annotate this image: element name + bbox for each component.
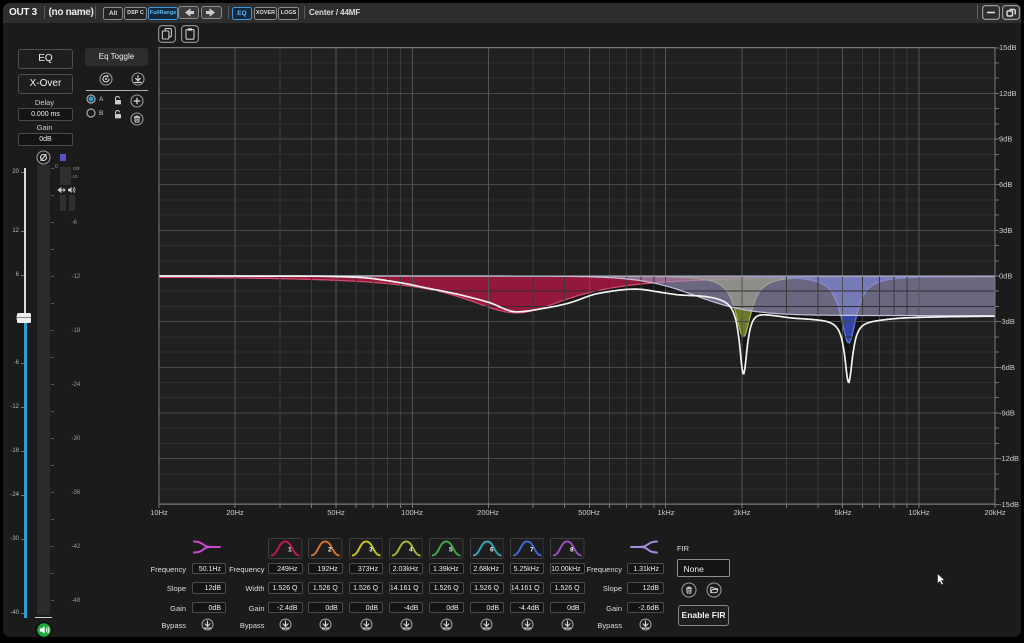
svg-text:-3dB: -3dB (999, 317, 1015, 326)
svg-text:-9dB: -9dB (999, 408, 1015, 417)
svg-text:2: 2 (328, 546, 332, 553)
svg-text:12dB: 12dB (999, 89, 1017, 98)
svg-text:200Hz: 200Hz (477, 508, 499, 517)
svg-text:10kHz: 10kHz (908, 508, 930, 517)
svg-text:50Hz: 50Hz (327, 508, 345, 517)
svg-text:100Hz: 100Hz (401, 508, 423, 517)
svg-text:1: 1 (288, 546, 292, 553)
svg-text:4: 4 (409, 546, 413, 553)
svg-text:-6dB: -6dB (999, 363, 1015, 372)
svg-text:5: 5 (449, 546, 453, 553)
svg-text:1kHz: 1kHz (657, 508, 674, 517)
svg-text:7: 7 (530, 546, 534, 553)
svg-text:10Hz: 10Hz (150, 508, 168, 517)
svg-text:0dB: 0dB (999, 272, 1012, 281)
svg-text:6dB: 6dB (999, 180, 1012, 189)
svg-text:6: 6 (490, 546, 494, 553)
svg-text:3: 3 (369, 546, 373, 553)
svg-text:15dB: 15dB (999, 43, 1017, 52)
svg-text:20Hz: 20Hz (226, 508, 244, 517)
svg-text:9dB: 9dB (999, 135, 1012, 144)
svg-text:-12dB: -12dB (999, 454, 1019, 463)
svg-text:8: 8 (570, 546, 574, 553)
svg-text:20kHz: 20kHz (984, 508, 1006, 517)
svg-text:2kHz: 2kHz (733, 508, 750, 517)
svg-text:5kHz: 5kHz (834, 508, 851, 517)
svg-text:3dB: 3dB (999, 226, 1012, 235)
svg-text:500Hz: 500Hz (578, 508, 600, 517)
